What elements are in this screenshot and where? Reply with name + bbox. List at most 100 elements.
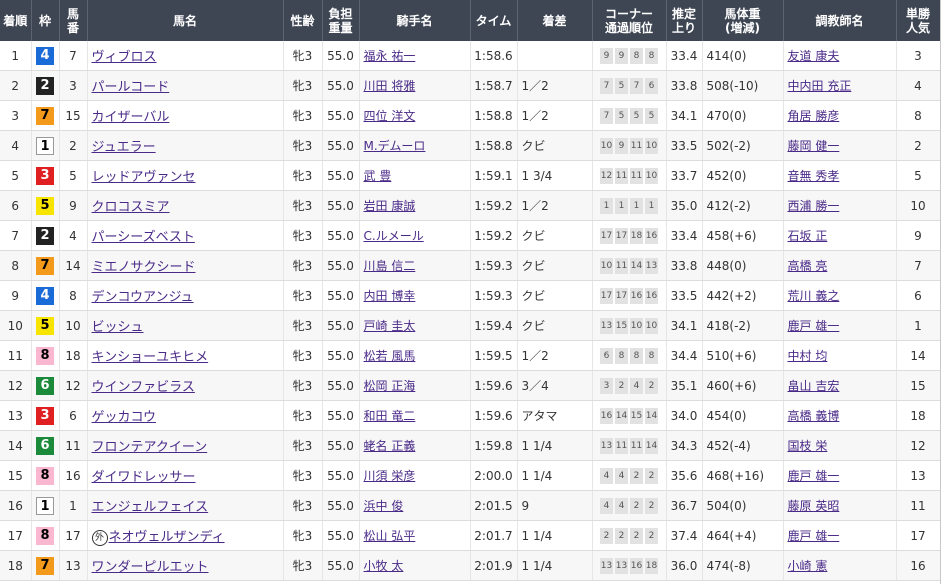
jockey-link[interactable]: C.ルメール xyxy=(364,229,424,243)
horse-name-link[interactable]: レッドアヴァンセ xyxy=(92,170,196,185)
jockey-link[interactable]: 松若 風馬 xyxy=(364,349,416,363)
horse-name-link[interactable]: デンコウアンジュ xyxy=(92,290,194,305)
trainer-link[interactable]: 中村 均 xyxy=(788,349,828,363)
header-weight[interactable]: 負担 重量 xyxy=(322,0,360,41)
horse-name-link[interactable]: フロンテアクイーン xyxy=(92,440,208,455)
popularity-cell: 18 xyxy=(896,400,941,431)
bodyweight-cell: 442(+2) xyxy=(702,280,784,311)
table-row: 12 6 12 ウインファビラス 牝3 55.0 松岡 正海 1:59.6 3／… xyxy=(0,370,941,401)
header-corner[interactable]: コーナー 通過順位 xyxy=(592,0,667,41)
header-popularity[interactable]: 単勝 人気 xyxy=(896,0,941,41)
header-trainer[interactable]: 調教師名 xyxy=(783,0,897,41)
time-cell: 1:59.6 xyxy=(470,400,518,431)
jockey-link[interactable]: 内田 博幸 xyxy=(364,289,416,303)
jockey-link[interactable]: 川島 信二 xyxy=(364,259,416,273)
header-rank[interactable]: 着順 xyxy=(0,0,32,41)
trainer-link[interactable]: 鹿戸 雄一 xyxy=(788,529,840,543)
corner-position: 7 xyxy=(630,78,643,94)
trainer-cell: 中村 均 xyxy=(783,340,897,371)
horse-name-link[interactable]: ミエノサクシード xyxy=(92,260,196,275)
corner-position: 2 xyxy=(615,528,628,544)
corner-position: 8 xyxy=(630,348,643,364)
jockey-link[interactable]: 岩田 康誠 xyxy=(364,199,416,213)
horse-name-link[interactable]: カイザーバル xyxy=(92,110,170,125)
jockey-link[interactable]: 小牧 太 xyxy=(364,559,404,573)
jockey-link[interactable]: 戸崎 圭太 xyxy=(364,319,416,333)
trainer-link[interactable]: 藤岡 健一 xyxy=(788,139,840,153)
trainer-link[interactable]: 荒川 義之 xyxy=(788,289,840,303)
jockey-link[interactable]: 四位 洋文 xyxy=(364,109,416,123)
corner-position: 5 xyxy=(630,108,643,124)
trainer-cell: 荒川 義之 xyxy=(783,280,897,311)
jockey-link[interactable]: 松岡 正海 xyxy=(364,379,416,393)
trainer-link[interactable]: 石坂 正 xyxy=(788,229,828,243)
horse-name-link[interactable]: クロコスミア xyxy=(92,200,170,215)
jockey-link[interactable]: M.デムーロ xyxy=(364,139,426,153)
rank-cell: 12 xyxy=(0,370,32,401)
jockey-link[interactable]: 松山 弘平 xyxy=(364,529,416,543)
header-jockey[interactable]: 騎手名 xyxy=(359,0,471,41)
horse-name-link[interactable]: パーシーズベスト xyxy=(92,230,195,245)
trainer-link[interactable]: 友道 康夫 xyxy=(788,49,840,63)
horse-name-link[interactable]: ゲッカコウ xyxy=(92,410,156,425)
trainer-link[interactable]: 鹿戸 雄一 xyxy=(788,469,840,483)
jockey-link[interactable]: 浜中 俊 xyxy=(364,499,404,513)
horse-name-link[interactable]: ウインファビラス xyxy=(92,380,195,395)
rank-cell: 5 xyxy=(0,160,32,191)
corner-position: 2 xyxy=(630,468,643,484)
trainer-link[interactable]: 高橋 亮 xyxy=(788,259,828,273)
trainer-link[interactable]: 高橋 義博 xyxy=(788,409,840,423)
horse-name-link[interactable]: エンジェルフェイス xyxy=(92,500,209,515)
horse-name-link[interactable]: パールコード xyxy=(92,80,170,95)
trainer-link[interactable]: 畠山 吉宏 xyxy=(788,379,840,393)
jockey-link[interactable]: 和田 竜二 xyxy=(364,409,416,423)
corner-position: 10 xyxy=(645,168,658,184)
horse-name-link[interactable]: ジュエラー xyxy=(92,140,156,155)
corner-cell: 7555 xyxy=(592,100,667,131)
trainer-link[interactable]: 鹿戸 雄一 xyxy=(788,319,840,333)
corner-cell: 17 17 16 16 xyxy=(592,280,667,311)
jockey-link[interactable]: 川須 栄彦 xyxy=(364,469,416,483)
trainer-link[interactable]: 藤原 英昭 xyxy=(788,499,840,513)
header-margin[interactable]: 着差 xyxy=(517,0,593,41)
margin-cell xyxy=(517,41,593,71)
header-sexage[interactable]: 性齢 xyxy=(283,0,323,41)
corner-position: 16 xyxy=(630,288,643,304)
header-agari[interactable]: 推定 上り xyxy=(666,0,703,41)
horse-name-link[interactable]: キンショーユキヒメ xyxy=(92,350,209,365)
horse-name-link[interactable]: ヴィブロス xyxy=(92,50,157,65)
header-bodyweight[interactable]: 馬体重 (増減) xyxy=(702,0,784,41)
sexage-cell: 牝3 xyxy=(283,310,323,341)
horse-name-link[interactable]: ネオヴェルザンディ xyxy=(109,530,225,545)
trainer-link[interactable]: 小崎 憲 xyxy=(788,559,828,573)
horse-name-link[interactable]: ビッシュ xyxy=(92,320,144,335)
header-waku[interactable]: 枠 xyxy=(31,0,60,41)
jockey-link[interactable]: 蛯名 正義 xyxy=(364,439,416,453)
header-time[interactable]: タイム xyxy=(470,0,518,41)
jockey-cell: 蛯名 正義 xyxy=(359,430,471,461)
trainer-link[interactable]: 国枝 栄 xyxy=(788,439,828,453)
umaban-cell: 8 xyxy=(59,280,88,311)
horse-name-link[interactable]: ワンダーピルエット xyxy=(92,560,209,575)
trainer-link[interactable]: 中内田 充正 xyxy=(788,79,852,93)
trainer-link[interactable]: 音無 秀孝 xyxy=(788,169,840,183)
header-umaban[interactable]: 馬番 xyxy=(59,0,88,41)
trainer-link[interactable]: 角居 勝彦 xyxy=(788,109,840,123)
time-cell: 1:58.8 xyxy=(470,100,518,131)
trainer-link[interactable]: 西浦 勝一 xyxy=(788,199,840,213)
jockey-link[interactable]: 武 豊 xyxy=(364,169,392,183)
jockey-link[interactable]: 福永 祐一 xyxy=(364,49,416,63)
corner-position: 5 xyxy=(615,78,628,94)
jockey-link[interactable]: 川田 将雅 xyxy=(364,79,416,93)
corner-cell: 10 9 11 10 xyxy=(592,130,667,161)
corner-positions: 12 11 11 10 xyxy=(600,168,658,184)
agari-cell: 34.3 xyxy=(666,430,703,461)
sexage-cell: 牝3 xyxy=(283,100,323,131)
header-horse[interactable]: 馬名 xyxy=(87,0,284,41)
weight-cell: 55.0 xyxy=(322,310,360,341)
trainer-cell: 鹿戸 雄一 xyxy=(783,310,897,341)
weight-cell: 55.0 xyxy=(322,430,360,461)
rank-cell: 10 xyxy=(0,310,32,341)
bodyweight-cell: 448(0) xyxy=(702,250,784,281)
horse-name-link[interactable]: ダイワドレッサー xyxy=(92,470,196,485)
